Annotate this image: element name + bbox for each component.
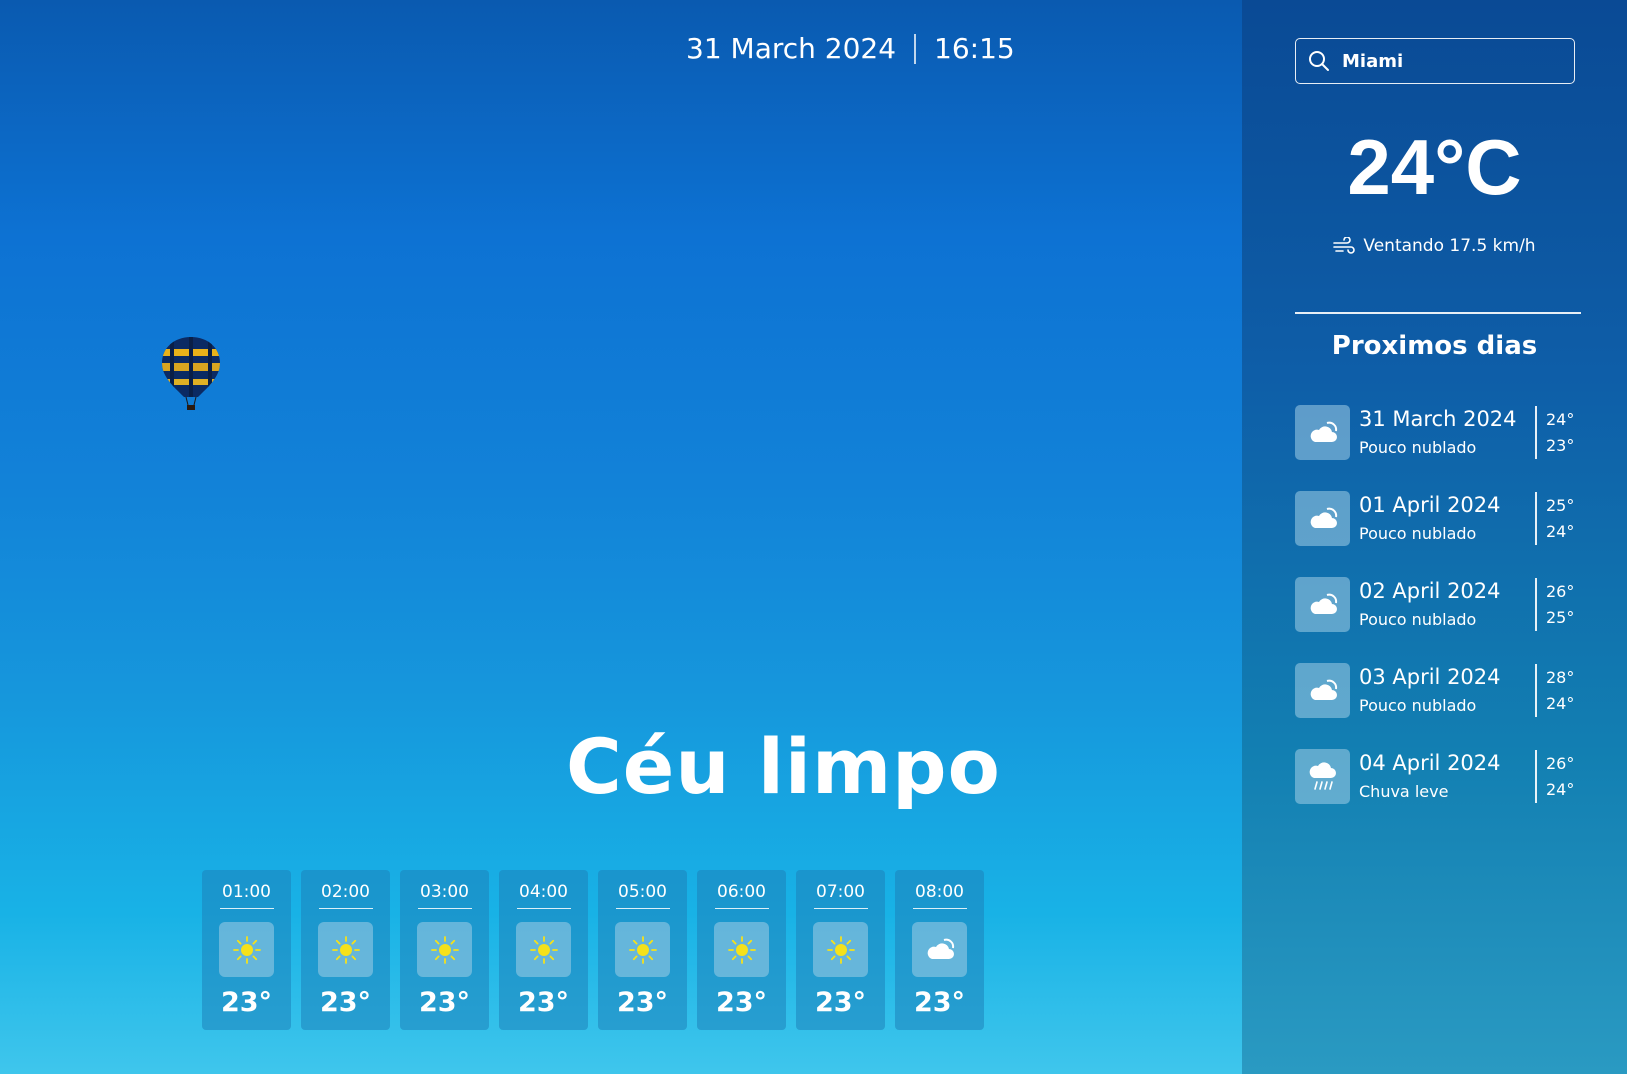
sun-icon bbox=[615, 922, 670, 977]
hour-temp: 23° bbox=[517, 987, 570, 1018]
day-date: 02 April 2024 bbox=[1359, 578, 1501, 603]
day-min-temp: 23° bbox=[1546, 435, 1575, 455]
partly-cloudy-icon bbox=[1295, 491, 1350, 546]
sun-icon bbox=[219, 922, 274, 977]
date-time-separator bbox=[914, 33, 917, 64]
wind-text: Ventando 17.5 km/h bbox=[1363, 236, 1536, 256]
hour-card: 06:00 23° bbox=[697, 870, 786, 1030]
day-temps: 28° 24° bbox=[1535, 664, 1574, 717]
hour-card: 02:00 23° bbox=[301, 870, 390, 1030]
day-temps: 26° 25° bbox=[1535, 578, 1574, 631]
day-temps: 26° 24° bbox=[1535, 750, 1574, 803]
hour-time: 03:00 bbox=[417, 882, 472, 909]
day-max-temp: 28° bbox=[1546, 667, 1575, 687]
search-input[interactable] bbox=[1342, 50, 1562, 72]
day-min-temp: 24° bbox=[1546, 779, 1575, 799]
search-box[interactable] bbox=[1295, 38, 1575, 84]
hour-temp: 23° bbox=[220, 987, 273, 1018]
hour-temp: 23° bbox=[814, 987, 867, 1018]
hot-air-balloon-image bbox=[162, 337, 220, 410]
hour-time: 08:00 bbox=[912, 882, 967, 909]
day-date: 03 April 2024 bbox=[1359, 664, 1501, 689]
day-min-temp: 24° bbox=[1546, 521, 1575, 541]
rain-icon bbox=[1295, 749, 1350, 804]
hourly-forecast: 01:00 23° 02:00 23° 03:00 23° 04:00 23° … bbox=[202, 870, 984, 1030]
sun-icon bbox=[417, 922, 472, 977]
day-max-temp: 26° bbox=[1546, 581, 1575, 601]
day-description: Pouco nublado bbox=[1359, 523, 1477, 543]
day-date: 01 April 2024 bbox=[1359, 492, 1501, 517]
hour-temp: 23° bbox=[418, 987, 471, 1018]
day-description: Pouco nublado bbox=[1359, 609, 1477, 629]
main-panel: 31 March 2024 16:15 Céu limpo 01:00 23° bbox=[0, 0, 1242, 1074]
day-info: 03 April 2024 Pouco nublado bbox=[1359, 664, 1535, 718]
hour-temp: 23° bbox=[319, 987, 372, 1018]
day-max-temp: 25° bbox=[1546, 495, 1575, 515]
sun-icon bbox=[516, 922, 571, 977]
hour-card: 07:00 23° bbox=[796, 870, 885, 1030]
next-days-title: Proximos dias bbox=[1331, 331, 1538, 361]
day-info: 31 March 2024 Pouco nublado bbox=[1359, 406, 1535, 460]
wind-icon bbox=[1333, 237, 1356, 254]
day-description: Pouco nublado bbox=[1359, 695, 1477, 715]
sun-icon bbox=[318, 922, 373, 977]
hour-card: 04:00 23° bbox=[499, 870, 588, 1030]
next-days-list: 31 March 2024 Pouco nublado 24° 23° 01 A… bbox=[1295, 405, 1581, 835]
day-description: Pouco nublado bbox=[1359, 437, 1477, 457]
partly-cloudy-icon bbox=[1295, 405, 1350, 460]
hour-temp: 23° bbox=[616, 987, 669, 1018]
divider bbox=[1295, 312, 1581, 314]
day-min-temp: 25° bbox=[1546, 607, 1575, 627]
hour-time: 01:00 bbox=[219, 882, 274, 909]
search-icon bbox=[1309, 51, 1329, 71]
day-max-temp: 24° bbox=[1546, 409, 1575, 429]
partly-cloudy-icon bbox=[1295, 663, 1350, 718]
day-info: 02 April 2024 Pouco nublado bbox=[1359, 578, 1535, 632]
weather-condition: Céu limpo bbox=[566, 722, 1001, 811]
hour-time: 06:00 bbox=[714, 882, 769, 909]
day-forecast-item: 04 April 2024 Chuva leve 26° 24° bbox=[1295, 749, 1581, 804]
day-forecast-item: 03 April 2024 Pouco nublado 28° 24° bbox=[1295, 663, 1581, 718]
hour-card: 01:00 23° bbox=[202, 870, 291, 1030]
day-date: 31 March 2024 bbox=[1359, 406, 1517, 431]
day-forecast-item: 01 April 2024 Pouco nublado 25° 24° bbox=[1295, 491, 1581, 546]
day-description: Chuva leve bbox=[1359, 781, 1449, 801]
day-info: 04 April 2024 Chuva leve bbox=[1359, 750, 1535, 804]
day-date: 04 April 2024 bbox=[1359, 750, 1501, 775]
hour-time: 07:00 bbox=[813, 882, 868, 909]
sun-icon bbox=[714, 922, 769, 977]
day-forecast-item: 02 April 2024 Pouco nublado 26° 25° bbox=[1295, 577, 1581, 632]
hour-time: 04:00 bbox=[516, 882, 571, 909]
partly-cloudy-icon bbox=[912, 922, 967, 977]
hour-time: 02:00 bbox=[318, 882, 373, 909]
hour-card: 03:00 23° bbox=[400, 870, 489, 1030]
wind-info: Ventando 17.5 km/h bbox=[1242, 236, 1627, 256]
day-max-temp: 26° bbox=[1546, 753, 1575, 773]
day-min-temp: 24° bbox=[1546, 693, 1575, 713]
day-forecast-item: 31 March 2024 Pouco nublado 24° 23° bbox=[1295, 405, 1581, 460]
hour-temp: 23° bbox=[715, 987, 768, 1018]
current-temperature: 24°C bbox=[1347, 123, 1522, 211]
current-time: 16:15 bbox=[934, 32, 1015, 65]
day-temps: 24° 23° bbox=[1535, 406, 1574, 459]
current-date: 31 March 2024 bbox=[686, 32, 897, 65]
hour-card: 05:00 23° bbox=[598, 870, 687, 1030]
hour-card: 08:00 23° bbox=[895, 870, 984, 1030]
sun-icon bbox=[813, 922, 868, 977]
hour-temp: 23° bbox=[913, 987, 966, 1018]
partly-cloudy-icon bbox=[1295, 577, 1350, 632]
hour-time: 05:00 bbox=[615, 882, 670, 909]
date-time: 31 March 2024 16:15 bbox=[686, 32, 1015, 65]
day-temps: 25° 24° bbox=[1535, 492, 1574, 545]
sidebar: 24°C Ventando 17.5 km/h Proximos dias 31… bbox=[1242, 0, 1627, 1074]
day-info: 01 April 2024 Pouco nublado bbox=[1359, 492, 1535, 546]
